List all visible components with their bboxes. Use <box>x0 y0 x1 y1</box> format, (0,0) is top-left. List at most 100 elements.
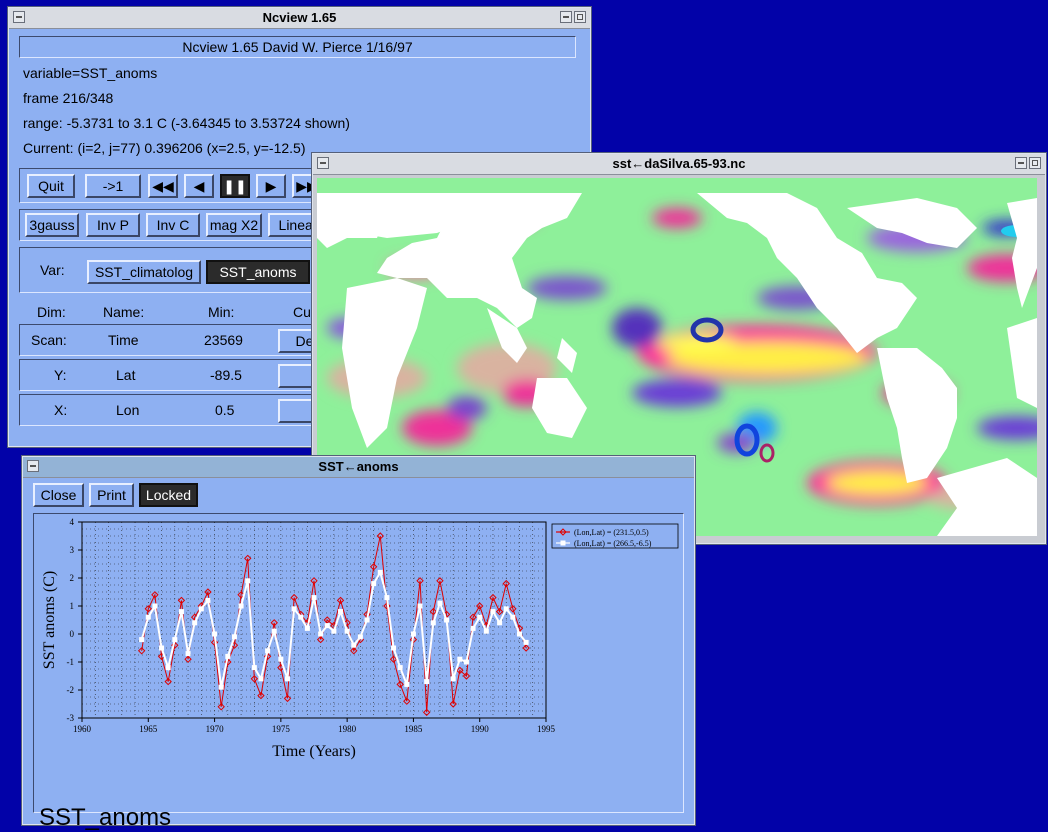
plot-titlebar[interactable]: SST←anoms <box>23 457 694 478</box>
x-tick-label: 1985 <box>404 724 423 734</box>
cur-header: Cu <box>293 304 311 320</box>
legend-marker <box>560 540 566 546</box>
var-sst-anoms[interactable]: SST_anoms <box>206 260 310 284</box>
data-point <box>477 614 483 620</box>
pause-icon[interactable]: ❚❚ <box>220 174 250 198</box>
data-point <box>172 637 178 643</box>
data-point <box>516 631 522 637</box>
close-button[interactable]: Close <box>33 483 84 507</box>
data-point <box>145 614 151 620</box>
window-menu-icon[interactable] <box>27 460 39 472</box>
data-point <box>357 634 363 640</box>
data-point <box>278 656 284 662</box>
data-point <box>251 665 257 671</box>
frame-info: frame 216/348 <box>23 90 114 106</box>
variable-info: variable=SST_anoms <box>23 65 158 81</box>
data-point <box>185 651 191 657</box>
data-point <box>291 606 297 612</box>
dim-x-min: 0.5 <box>215 402 235 418</box>
data-point <box>510 614 516 620</box>
map-title: sst←daSilva.65-93.nc <box>612 156 746 171</box>
data-point <box>503 606 509 612</box>
option-inv-c[interactable]: Inv C <box>146 213 200 237</box>
data-point <box>152 603 158 609</box>
dim-header: Dim: <box>37 304 66 320</box>
data-point <box>225 653 231 659</box>
plot-window: SST←anoms Close Print Locked 1960 1965 197… <box>21 455 696 831</box>
dim-y-min: -89.5 <box>210 367 242 383</box>
data-point <box>258 676 264 682</box>
minimize-icon[interactable] <box>1015 157 1027 169</box>
data-point <box>139 637 145 643</box>
y-tick-label: 4 <box>70 517 75 527</box>
ncview-title: Ncview 1.65 <box>262 10 337 25</box>
y-tick-label: 2 <box>70 573 75 583</box>
window-menu-icon[interactable] <box>317 157 329 169</box>
data-point <box>311 595 317 601</box>
y-tick-label: 3 <box>70 545 75 555</box>
plot-footer-label: SST_anoms <box>39 804 172 831</box>
print-button[interactable]: Print <box>89 483 134 507</box>
option-inv-p[interactable]: Inv P <box>86 213 140 237</box>
data-point <box>404 681 410 687</box>
data-point <box>344 628 350 634</box>
data-point <box>364 617 370 623</box>
data-point <box>470 625 476 631</box>
sst-timeseries-chart: 1960 1965 1970 1975 1980 1985 1990 1995 -3 -2 -1 0 1… <box>41 517 679 760</box>
data-point <box>165 665 171 671</box>
data-point <box>338 609 344 615</box>
ncview-titlebar[interactable]: Ncview 1.65 <box>9 8 590 29</box>
plot-body: Close Print Locked 1960 1965 1970 1975 1980 1… <box>23 478 694 831</box>
data-point <box>371 581 377 587</box>
range-info: range: -5.3731 to 3.1 C (-3.64345 to 3.5… <box>23 115 350 131</box>
data-point <box>245 578 251 584</box>
data-point <box>265 648 271 654</box>
name-header: Name: <box>103 304 145 320</box>
dim-y-name: Lat <box>116 367 136 383</box>
data-point <box>417 603 423 609</box>
y-tick-label: 1 <box>70 601 75 611</box>
locked-button[interactable]: Locked <box>139 483 198 507</box>
data-point <box>450 676 456 682</box>
data-point <box>238 603 244 609</box>
data-point <box>198 606 204 612</box>
quit-button[interactable]: Quit <box>27 174 75 198</box>
legend-label: (Lon,Lat) = (266.5,-6.5) <box>574 539 652 548</box>
data-point <box>298 614 304 620</box>
min-header: Min: <box>208 304 235 320</box>
option-3gauss[interactable]: 3gauss <box>25 213 79 237</box>
maximize-icon[interactable] <box>574 11 586 23</box>
step-back-icon[interactable]: ◀ <box>184 174 214 198</box>
dim-scan-name: Time <box>108 332 139 348</box>
data-point <box>430 620 436 626</box>
var-label: Var: <box>40 262 65 278</box>
data-point <box>424 679 430 685</box>
restart-button[interactable]: ->1 <box>85 174 141 198</box>
plot-frame: 1960 1965 1970 1975 1980 1985 1990 1995 -3 -2 -1 0 1… <box>33 513 684 831</box>
dim-y-label: Y: <box>54 367 67 383</box>
data-point <box>231 634 237 640</box>
data-point <box>523 639 529 645</box>
minimize-icon[interactable] <box>560 11 572 23</box>
data-point <box>497 620 503 626</box>
x-tick-label: 1960 <box>73 724 92 734</box>
data-point <box>324 623 330 629</box>
data-point <box>192 620 198 626</box>
var-sst-climatology[interactable]: SST_climatolog <box>87 260 201 284</box>
x-tick-label: 1980 <box>338 724 357 734</box>
data-point <box>351 642 357 648</box>
plot-title: SST←anoms <box>318 459 399 474</box>
maximize-icon[interactable] <box>1029 157 1041 169</box>
map-titlebar[interactable]: sst←daSilva.65-93.nc <box>313 154 1045 175</box>
step-forward-icon[interactable]: ▶ <box>256 174 286 198</box>
y-tick-label: -1 <box>67 657 75 667</box>
fast-backward-icon[interactable]: ◀◀ <box>148 174 178 198</box>
data-point <box>178 609 184 615</box>
data-point <box>457 656 463 662</box>
header-label: Ncview 1.65 David W. Pierce 1/16/97 <box>182 39 413 55</box>
x-tick-label: 1995 <box>537 724 556 734</box>
data-point <box>218 684 224 690</box>
data-point <box>490 609 496 615</box>
window-menu-icon[interactable] <box>13 11 25 23</box>
option-mag[interactable]: mag X2 <box>206 213 262 237</box>
